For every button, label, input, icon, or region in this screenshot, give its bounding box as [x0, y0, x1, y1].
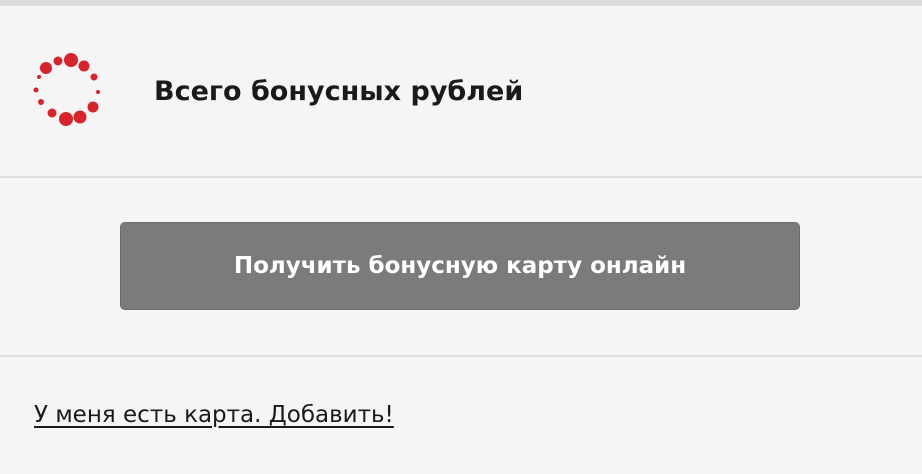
get-bonus-card-button[interactable]: Получить бонусную карту онлайн	[120, 222, 800, 310]
bonus-total-title: Всего бонусных рублей	[154, 76, 524, 107]
divider	[0, 355, 922, 357]
divider	[0, 176, 922, 178]
add-card-link[interactable]: У меня есть карта. Добавить!	[34, 402, 394, 428]
bonus-header: Всего бонусных рублей	[0, 6, 922, 176]
bonus-dots-logo-icon	[28, 52, 108, 132]
